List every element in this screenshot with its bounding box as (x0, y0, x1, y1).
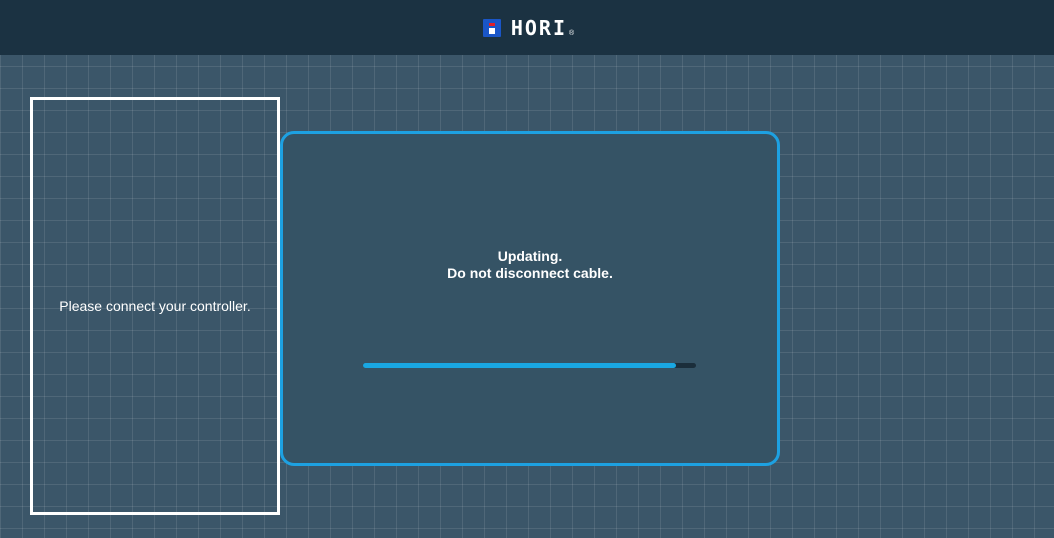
update-progress-fill (363, 363, 677, 368)
status-line-warning: Do not disconnect cable. (447, 265, 613, 281)
connect-controller-message: Please connect your controller. (59, 298, 251, 314)
hori-logo: HORI ® (482, 15, 575, 40)
app-header: HORI ® (0, 0, 1054, 55)
update-status-text: Updating. Do not disconnect cable. (283, 248, 777, 282)
update-progress-bar (363, 363, 696, 368)
logo-text: HORI (510, 15, 567, 40)
hori-logo-icon (482, 18, 501, 37)
controller-connect-panel: Please connect your controller. (30, 97, 280, 515)
status-line-updating: Updating. (497, 248, 563, 264)
update-status-panel: Updating. Do not disconnect cable. (280, 131, 780, 466)
registered-mark: ® (569, 30, 575, 37)
